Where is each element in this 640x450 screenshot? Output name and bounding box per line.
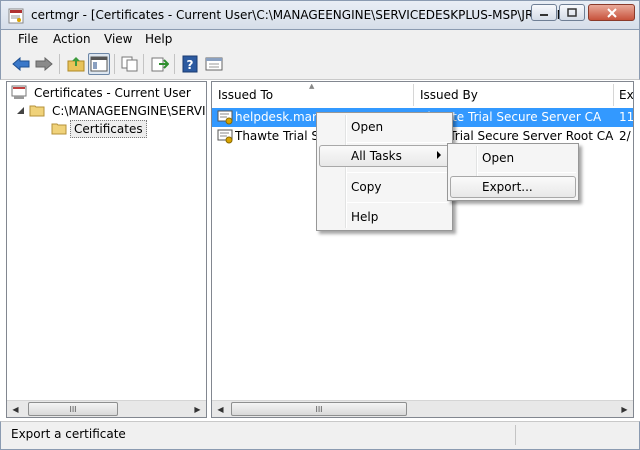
folder-icon (29, 103, 45, 120)
help-button[interactable]: ? (179, 53, 201, 75)
status-text: Export a certificate (11, 427, 126, 441)
title-bar[interactable]: certmgr - [Certificates - Current User\C… (0, 0, 640, 30)
tree-item-certificates[interactable]: Certificates (51, 120, 147, 138)
toolbar-separator (59, 54, 60, 74)
scroll-left-arrow-icon[interactable]: ◀ (212, 401, 229, 417)
column-header-issued-by[interactable]: Issued By (414, 84, 614, 106)
toolbar: ? (0, 50, 640, 80)
context-menu: Open All Tasks Copy Help (316, 112, 453, 231)
export-list-icon (151, 57, 169, 72)
minimize-button[interactable] (531, 4, 557, 21)
forward-button[interactable] (33, 53, 55, 75)
properties-icon (205, 57, 223, 71)
show-hide-tree-icon (90, 56, 108, 72)
menu-label: All Tasks (351, 149, 402, 163)
toolbar-separator (114, 54, 115, 74)
tree-horizontal-scrollbar[interactable]: ◀ III ▶ (7, 400, 206, 417)
list-horizontal-scrollbar[interactable]: ◀ III ▶ (212, 400, 633, 417)
menu-view[interactable]: View (104, 32, 132, 46)
tree-item-store[interactable]: C:\MANAGEENGINE\SERVICE (15, 102, 207, 120)
back-icon (12, 57, 30, 71)
cell-expiration: 2/ (619, 129, 631, 143)
maximize-icon (567, 8, 577, 17)
scroll-left-arrow-icon[interactable]: ◀ (7, 401, 24, 417)
menu-help[interactable]: Help (145, 32, 172, 46)
context-menu-help[interactable]: Help (319, 206, 450, 228)
column-header-issued-to[interactable]: Issued To ▲ (212, 84, 414, 106)
properties-button[interactable] (203, 53, 225, 75)
menu-file[interactable]: File (18, 32, 38, 46)
scroll-right-arrow-icon[interactable]: ▶ (189, 401, 206, 417)
maximize-button[interactable] (559, 4, 585, 21)
close-button[interactable] (588, 4, 635, 21)
minimize-icon (540, 13, 548, 16)
toolbar-separator (174, 54, 175, 74)
up-folder-icon (67, 57, 85, 72)
up-one-level-button[interactable] (65, 53, 87, 75)
certmgr-app-icon[interactable] (8, 8, 24, 24)
toolbar-separator (143, 54, 144, 74)
sort-ascending-icon: ▲ (309, 84, 315, 90)
tree-label-store: C:\MANAGEENGINE\SERVICE (52, 104, 207, 118)
show-hide-console-tree-button[interactable] (88, 53, 110, 75)
context-menu-open[interactable]: Open (319, 116, 450, 138)
menu-action[interactable]: Action (53, 32, 91, 46)
all-tasks-submenu: Open Export... (447, 143, 579, 201)
menu-separator (478, 172, 576, 173)
certificate-store-icon (11, 84, 27, 103)
help-icon: ? (182, 55, 198, 73)
certificate-icon (217, 109, 233, 128)
tree-label-certificates: Certificates (70, 120, 147, 138)
scrollbar-thumb[interactable]: III (28, 402, 118, 416)
cell-expiration: 11 (619, 110, 634, 124)
console-tree[interactable]: Certificates - Current User C:\MANAGEENG… (6, 81, 207, 418)
submenu-open[interactable]: Open (450, 147, 576, 169)
column-label: Ex (619, 88, 634, 102)
status-separator (515, 425, 516, 445)
context-menu-all-tasks[interactable]: All Tasks (319, 145, 450, 167)
certificate-icon (217, 128, 233, 147)
submenu-export[interactable]: Export... (450, 176, 576, 198)
tree-item-root[interactable]: Certificates - Current User (11, 84, 194, 102)
close-icon (606, 7, 617, 18)
scrollbar-thumb[interactable]: III (231, 402, 407, 416)
folder-icon (51, 121, 67, 138)
back-button[interactable] (10, 53, 32, 75)
collapse-triangle-icon[interactable] (15, 104, 25, 118)
window-title: certmgr - [Certificates - Current User\C… (31, 8, 578, 22)
copy-button[interactable] (119, 53, 141, 75)
column-label: Issued To (218, 88, 274, 102)
menu-separator (347, 172, 450, 173)
cell-issued-by: e Trial Secure Server Root CA (438, 129, 614, 143)
svg-text:?: ? (187, 58, 194, 72)
menu-separator (347, 142, 450, 143)
context-menu-copy[interactable]: Copy (319, 176, 450, 198)
export-list-button[interactable] (149, 53, 171, 75)
tree-label-root: Certificates - Current User (34, 86, 191, 100)
menu-bar: File Action View Help (0, 30, 640, 50)
status-bar: Export a certificate (0, 421, 640, 450)
submenu-arrow-icon (437, 151, 441, 159)
copy-icon (121, 56, 138, 72)
column-header-expiration[interactable]: Ex (614, 84, 634, 106)
scroll-right-arrow-icon[interactable]: ▶ (616, 401, 633, 417)
column-label: Issued By (420, 88, 478, 102)
menu-separator (347, 202, 450, 203)
forward-icon (35, 57, 53, 71)
